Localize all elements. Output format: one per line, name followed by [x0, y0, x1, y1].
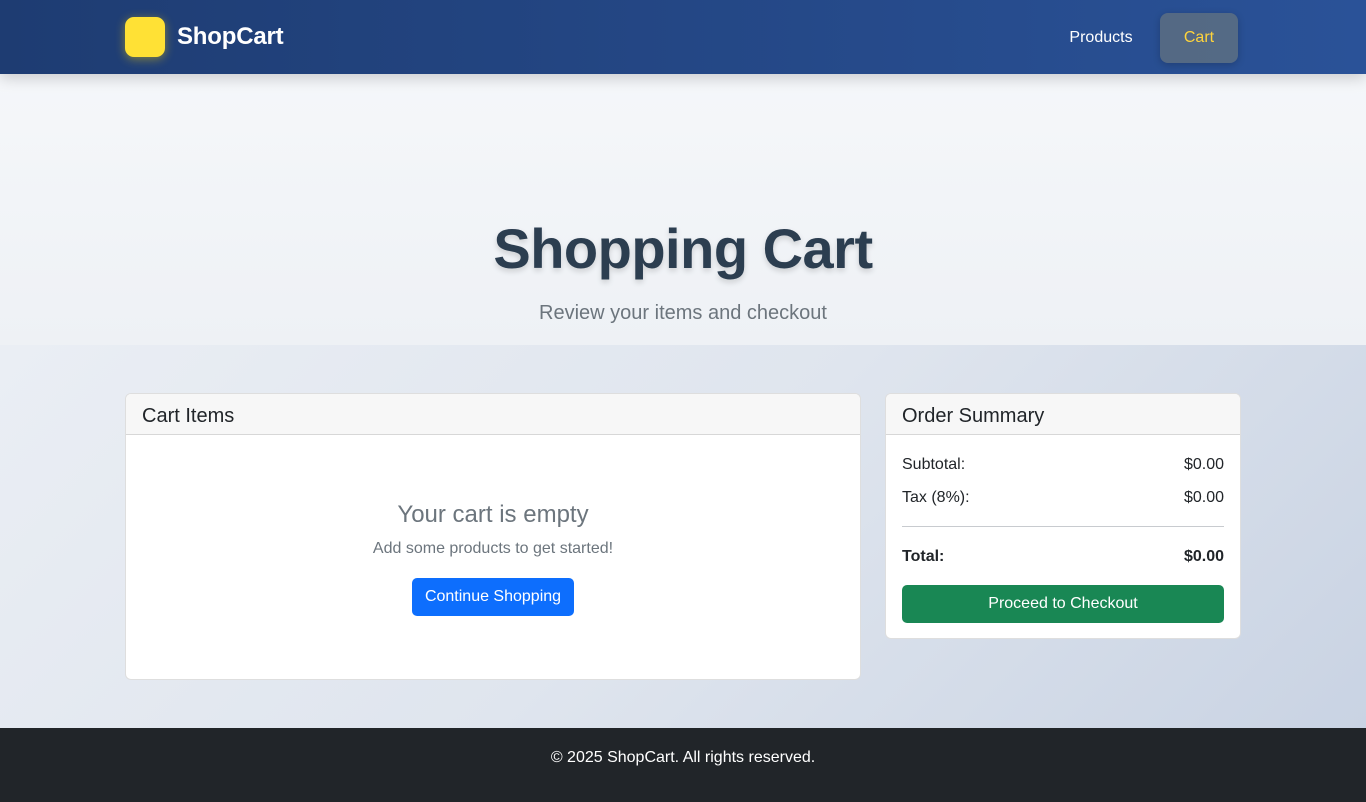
- brand-name: ShopCart: [177, 23, 284, 50]
- subtotal-row: Subtotal: $0.00: [902, 456, 1224, 474]
- nav-link-products[interactable]: Products: [1058, 13, 1144, 63]
- top-navbar: ShopCart Products Cart: [0, 0, 1366, 74]
- order-summary-card: Order Summary Subtotal: $0.00 Tax (8%): …: [885, 393, 1241, 639]
- hero-section: Shopping Cart Review your items and chec…: [0, 74, 1366, 354]
- proceed-to-checkout-button[interactable]: Proceed to Checkout: [902, 585, 1224, 623]
- empty-cart-message: Add some products to get started!: [372, 540, 614, 557]
- continue-shopping-button[interactable]: Continue Shopping: [412, 578, 574, 616]
- cart-items-card: Cart Items Your cart is empty Add some p…: [125, 393, 861, 680]
- empty-cart-title: Your cart is empty: [397, 501, 589, 528]
- cart-items-header: Cart Items: [126, 394, 860, 435]
- page-title: Shopping Cart: [493, 217, 873, 280]
- summary-divider: [902, 526, 1224, 527]
- brand-link[interactable]: ShopCart: [125, 17, 284, 57]
- total-value: $0.00: [1183, 548, 1224, 565]
- total-row: Total: $0.00: [902, 548, 1224, 566]
- order-summary-header: Order Summary: [886, 394, 1240, 435]
- subtotal-label: Subtotal:: [902, 456, 966, 473]
- total-label: Total:: [902, 548, 945, 565]
- nav-link-cart[interactable]: Cart: [1160, 13, 1238, 63]
- tax-value: $0.00: [1183, 489, 1224, 506]
- page-subtitle: Review your items and checkout: [539, 302, 827, 324]
- footer-copyright: © 2025 ShopCart. All rights reserved.: [550, 749, 816, 766]
- main-content: Cart Items Your cart is empty Add some p…: [0, 345, 1366, 728]
- brand-logo-icon: [125, 17, 165, 57]
- tax-row: Tax (8%): $0.00: [902, 489, 1224, 507]
- tax-label: Tax (8%):: [902, 489, 970, 506]
- page-footer: © 2025 ShopCart. All rights reserved.: [0, 728, 1366, 802]
- subtotal-value: $0.00: [1183, 456, 1224, 473]
